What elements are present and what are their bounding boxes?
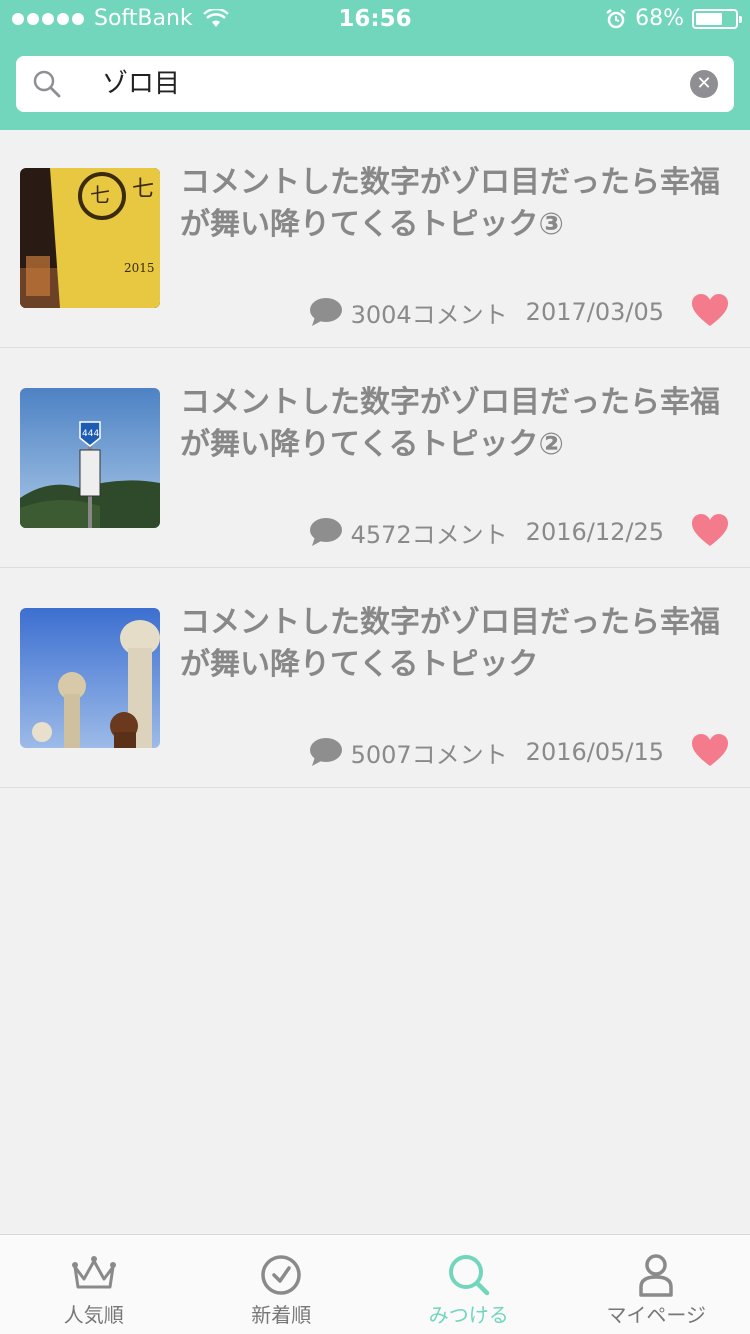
tab-bar: 人気順 新着順 みつける マイページ (0, 1234, 750, 1334)
battery-icon (692, 8, 742, 29)
tab-find[interactable]: みつける (375, 1235, 563, 1334)
topic-title[interactable]: コメントした数字がゾロ目だったら幸福が舞い降りてくるトピック③ (180, 162, 730, 246)
thumbnail-image: 444 (20, 388, 160, 528)
comment-bubble-icon (309, 518, 342, 546)
tab-popular[interactable]: 人気順 (0, 1235, 188, 1334)
tab-label: みつける (428, 1303, 509, 1327)
crown-icon (71, 1256, 116, 1289)
topic-date: 2016/05/15 (525, 738, 664, 766)
heart-icon[interactable] (692, 514, 728, 548)
search-input[interactable] (102, 56, 682, 112)
tab-mypage[interactable]: マイページ (563, 1235, 750, 1334)
heart-icon[interactable] (692, 294, 728, 328)
comment-bubble-icon (309, 298, 342, 326)
heart-icon[interactable] (692, 734, 728, 768)
tab-label: マイページ (606, 1303, 707, 1327)
tab-new[interactable]: 新着順 (188, 1235, 376, 1334)
search-icon (448, 1255, 489, 1296)
svg-text:七: 七 (90, 183, 110, 207)
search-icon (33, 70, 61, 98)
alarm-icon (606, 8, 626, 28)
clear-search-button[interactable]: ✕ (690, 70, 718, 98)
battery-percent: 68% (635, 6, 684, 31)
status-bar: SoftBank 16:56 68% (0, 0, 750, 40)
list-item[interactable]: 七 七 2015 コメントした数字がゾロ目だったら幸福が舞い降りてくるトピック③… (0, 128, 750, 348)
list-item[interactable]: 444 コメントした数字がゾロ目だったら幸福が舞い降りてくるトピック② 4572… (0, 348, 750, 568)
tab-label: 新着順 (251, 1303, 312, 1327)
clock-icon (261, 1255, 301, 1295)
topic-date: 2017/03/05 (525, 298, 664, 326)
status-right: 68% (605, 6, 742, 31)
tab-label: 人気順 (63, 1303, 124, 1327)
svg-text:七: 七 (132, 177, 154, 202)
topic-date: 2016/12/25 (525, 518, 664, 546)
header: SoftBank 16:56 68% ✕ (0, 0, 750, 130)
search-bar[interactable]: ✕ (16, 56, 734, 112)
svg-text:444: 444 (82, 429, 99, 439)
topic-title[interactable]: コメントした数字がゾロ目だったら幸福が舞い降りてくるトピック (180, 602, 730, 686)
comment-count: 4572コメント (350, 520, 508, 549)
topic-meta: 5007コメント 2016/05/15 (180, 732, 664, 772)
thumbnail-image: 七 七 2015 (20, 168, 160, 308)
result-list: 七 七 2015 コメントした数字がゾロ目だったら幸福が舞い降りてくるトピック③… (0, 128, 750, 788)
thumbnail-image (20, 608, 160, 748)
comment-count: 5007コメント (350, 740, 508, 769)
list-item[interactable]: コメントした数字がゾロ目だったら幸福が舞い降りてくるトピック 5007コメント … (0, 568, 750, 788)
topic-title[interactable]: コメントした数字がゾロ目だったら幸福が舞い降りてくるトピック② (180, 382, 730, 466)
comment-count: 3004コメント (350, 300, 508, 329)
topic-meta: 4572コメント 2016/12/25 (180, 512, 664, 552)
svg-text:2015: 2015 (124, 261, 155, 275)
topic-meta: 3004コメント 2017/03/05 (180, 292, 664, 332)
person-icon (639, 1254, 673, 1297)
comment-bubble-icon (309, 738, 342, 766)
